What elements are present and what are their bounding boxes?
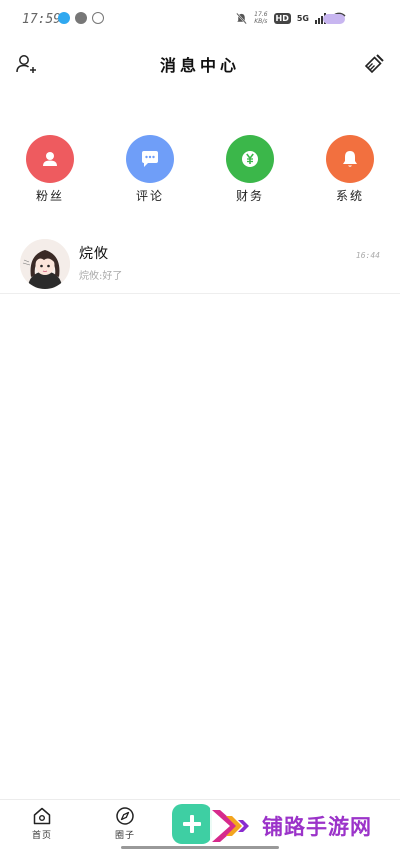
bell-icon	[343, 151, 357, 167]
publish-button[interactable]	[172, 804, 212, 844]
status-time: 17:59	[22, 12, 62, 27]
compass-icon	[116, 807, 134, 825]
category-label: 粉丝	[35, 189, 64, 203]
plus-icon	[183, 815, 201, 833]
net-speed-value: 17.6	[254, 11, 268, 18]
category-finance[interactable]: 财务	[225, 135, 275, 204]
net-speed-unit: KB/s	[254, 18, 268, 25]
message-preview: 烷攸:好了	[79, 271, 123, 282]
watermark: 铺路手游网	[210, 806, 400, 846]
home-icon	[33, 807, 51, 825]
category-fans[interactable]: 粉丝	[25, 135, 75, 204]
category-label: 系统	[335, 189, 364, 203]
app-notification-icon	[92, 12, 104, 24]
watermark-logo-icon	[212, 810, 249, 842]
nav-home[interactable]: 首页	[17, 806, 67, 841]
mute-icon	[236, 12, 247, 24]
category-label: 评论	[135, 189, 164, 203]
avatar-image	[20, 239, 70, 289]
battery-icon	[323, 14, 345, 24]
comments-icon-circle	[126, 135, 174, 183]
net-speed: 17.6 KB/s	[254, 11, 267, 25]
category-comments[interactable]: 评论	[125, 135, 175, 204]
system-icon-circle	[326, 135, 374, 183]
category-label: 财务	[235, 189, 264, 203]
broom-icon	[364, 54, 384, 74]
finance-icon-circle	[226, 135, 274, 183]
hd-badge: HD	[273, 12, 291, 24]
category-system[interactable]: 系统	[325, 135, 375, 204]
yuan-icon	[242, 151, 258, 167]
message-categories: 粉丝 评论 财务 系统	[0, 135, 400, 204]
watermark-text: 铺路手游网	[262, 815, 372, 839]
network-type: 5G	[296, 13, 309, 23]
message-sender-name: 烷攸	[79, 246, 109, 262]
fans-icon-circle	[26, 135, 74, 183]
nav-circle[interactable]: 圈子	[100, 806, 150, 841]
nav-circle-label: 圈子	[114, 831, 135, 841]
header: 消息中心	[0, 44, 400, 84]
wechat-icon	[75, 12, 87, 24]
page-title: 消息中心	[159, 56, 240, 75]
qq-icon	[58, 12, 70, 24]
comment-icon	[142, 151, 158, 167]
home-indicator	[121, 846, 279, 849]
message-time: 16:44	[355, 251, 380, 260]
status-bar: 17:59 17.6 KB/s HD 5G	[0, 0, 400, 40]
clear-messages-button[interactable]	[362, 52, 386, 76]
user-icon	[43, 152, 57, 166]
nav-home-label: 首页	[31, 831, 52, 841]
notification-icons	[58, 12, 104, 24]
message-row[interactable]: 烷攸 烷攸:好了 16:44	[0, 236, 400, 294]
avatar[interactable]	[20, 239, 70, 289]
